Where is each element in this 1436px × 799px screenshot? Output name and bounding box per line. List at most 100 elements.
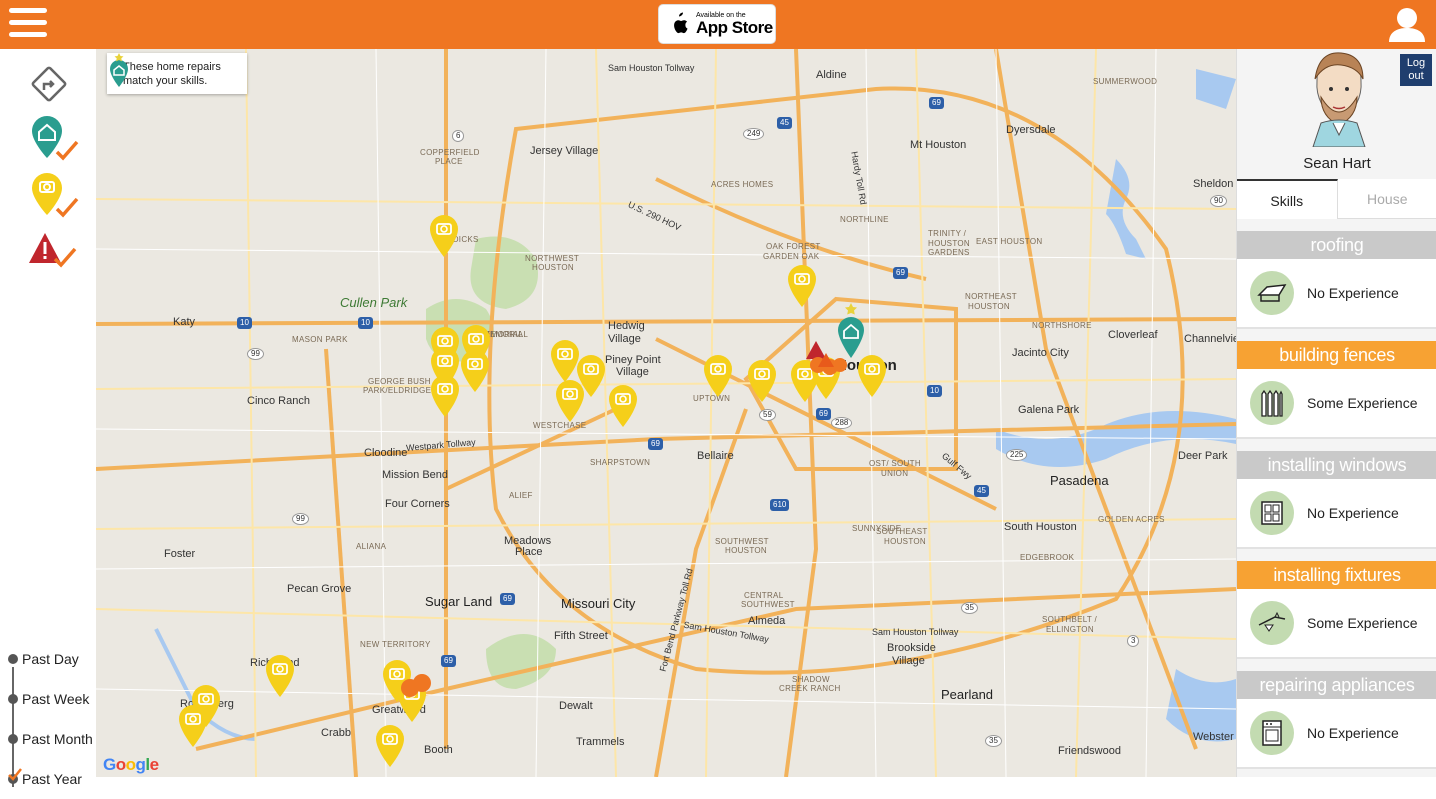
skill-level: Some Experience bbox=[1307, 615, 1418, 631]
skill-card-repairing-appliances[interactable]: repairing appliances No Experience bbox=[1237, 671, 1436, 771]
home-pin-star-icon bbox=[107, 53, 131, 89]
window-icon bbox=[1250, 491, 1294, 535]
skill-title: installing windows bbox=[1237, 451, 1436, 479]
map-label: Hedwig bbox=[608, 320, 645, 332]
map-label: SOUTHBELT / bbox=[1042, 615, 1097, 624]
timeline-past-year[interactable]: Past Year bbox=[8, 769, 82, 789]
timeline-label: Past Day bbox=[22, 651, 79, 667]
app-store-badge[interactable]: Available on the App Store bbox=[658, 4, 776, 44]
map-label: EDGEBROOK bbox=[1020, 553, 1074, 562]
skill-card-installing-windows[interactable]: installing windows No Experience bbox=[1237, 451, 1436, 551]
highway-shield: 69 bbox=[816, 408, 831, 420]
map-view[interactable]: Aldine Dyersdale Mt Houston Jersey Villa… bbox=[96, 49, 1236, 777]
map-label: HOUSTON bbox=[968, 302, 1010, 311]
map-label: SOUTHWEST bbox=[715, 537, 769, 546]
map-label: Sam Houston Tollway bbox=[872, 627, 958, 637]
highway-shield: 69 bbox=[648, 438, 663, 450]
map-label: Sugar Land bbox=[425, 594, 492, 609]
hamburger-menu-icon[interactable] bbox=[9, 8, 47, 40]
map-label: Booth bbox=[424, 744, 453, 756]
timeline-label: Past Month bbox=[22, 731, 93, 747]
skill-title: repairing appliances bbox=[1237, 671, 1436, 699]
skill-card-building-fences[interactable]: building fences Some Experience bbox=[1237, 341, 1436, 441]
appliance-icon bbox=[1250, 711, 1294, 755]
map-label: ACRES HOMES bbox=[711, 180, 773, 189]
username: Sean Hart bbox=[1237, 155, 1436, 172]
map-label: SOUTHEAST bbox=[876, 527, 928, 536]
map-label: Bellaire bbox=[697, 450, 734, 462]
avatar[interactable] bbox=[1303, 51, 1375, 147]
timeline-label: Past Year bbox=[22, 771, 82, 787]
map-label: Pecan Grove bbox=[287, 583, 351, 595]
tab-skills[interactable]: Skills bbox=[1237, 179, 1338, 219]
skill-card-installing-fixtures[interactable]: installing fixtures Some Experience bbox=[1237, 561, 1436, 661]
apple-logo-icon bbox=[669, 12, 689, 36]
map-label: Mt Houston bbox=[910, 139, 966, 151]
directions-icon[interactable] bbox=[29, 64, 69, 109]
home-repair-filter-icon[interactable] bbox=[30, 114, 80, 169]
map-label: Cloodine bbox=[364, 447, 407, 459]
highway-shield: 69 bbox=[441, 655, 456, 667]
map-label: ALIANA bbox=[356, 542, 386, 551]
left-toolbar: Past Day Past Week Past Month Past Year bbox=[0, 49, 96, 777]
logout-button[interactable]: Log out bbox=[1400, 54, 1432, 86]
fixture-icon bbox=[1250, 601, 1294, 645]
map-label: Cloverleaf bbox=[1108, 329, 1158, 341]
timeline-past-week[interactable]: Past Week bbox=[8, 689, 89, 709]
map-label: MASON PARK bbox=[292, 335, 348, 344]
map-label: SHARPSTOWN bbox=[590, 458, 650, 467]
skill-card-roofing[interactable]: roofing No Experience bbox=[1237, 231, 1436, 331]
highway-shield: 10 bbox=[358, 317, 373, 329]
map-label: Sam Houston Tollway bbox=[608, 63, 694, 73]
skill-level: No Experience bbox=[1307, 505, 1399, 521]
highway-shield: 610 bbox=[770, 499, 789, 511]
appstore-big-text: App Store bbox=[696, 19, 773, 36]
map-label: Galena Park bbox=[1018, 404, 1079, 416]
map-label: Jacinto City bbox=[1012, 347, 1069, 359]
timeline-past-month[interactable]: Past Month bbox=[8, 729, 93, 749]
skill-title: installing fixtures bbox=[1237, 561, 1436, 589]
map-label: OST/ SOUTH bbox=[869, 459, 921, 468]
checkmark-icon bbox=[8, 768, 22, 782]
roof-icon bbox=[1250, 271, 1294, 315]
map-label: Place bbox=[515, 546, 543, 558]
map-label: NORTHWEST bbox=[525, 254, 579, 263]
map-label: Almeda bbox=[748, 615, 785, 627]
map-label: TRINITY / bbox=[928, 229, 966, 238]
map-label: Sheldon bbox=[1193, 178, 1233, 190]
map-label: Village bbox=[892, 655, 925, 667]
map-label: PARK/ELDRIDGE bbox=[363, 386, 431, 395]
map-label: Trammels bbox=[576, 736, 624, 748]
map-label: Friendswood bbox=[1058, 745, 1121, 757]
highway-shield: 45 bbox=[974, 485, 989, 497]
map-label: Dewalt bbox=[559, 700, 593, 712]
map-label: PLACE bbox=[435, 157, 463, 166]
map-label: Aldine bbox=[816, 69, 847, 81]
map-label: Crabb bbox=[321, 727, 351, 739]
timeline-past-day[interactable]: Past Day bbox=[8, 649, 79, 669]
map-label: SOUTHWEST bbox=[741, 600, 795, 609]
skill-level: Some Experience bbox=[1307, 395, 1418, 411]
google-logo: Google bbox=[103, 755, 159, 775]
photo-filter-icon[interactable] bbox=[30, 171, 80, 226]
tab-house[interactable]: House bbox=[1338, 179, 1436, 219]
map-label: GOLDEN ACRES bbox=[1098, 515, 1165, 524]
skill-level: No Experience bbox=[1307, 285, 1399, 301]
map-label: HOUSTON bbox=[928, 239, 970, 248]
map-label: OAK FOREST bbox=[766, 242, 821, 251]
map-label: Cinco Ranch bbox=[247, 395, 310, 407]
highway-shield: 69 bbox=[929, 97, 944, 109]
warning-filter-icon[interactable] bbox=[28, 231, 78, 276]
map-label: Katy bbox=[173, 316, 195, 328]
map-label: UNION bbox=[881, 469, 908, 478]
user-profile-icon[interactable] bbox=[1387, 5, 1427, 43]
map-label: Village bbox=[616, 366, 649, 378]
highway-shield: 99 bbox=[292, 513, 309, 525]
map-label: HOUSTON bbox=[725, 546, 767, 555]
map-label: Channelview bbox=[1184, 333, 1236, 345]
map-label: Village bbox=[608, 333, 641, 345]
map-label: CREEK RANCH bbox=[779, 684, 841, 693]
map-label: HOUSTON bbox=[884, 537, 926, 546]
map-label: GARDEN OAK bbox=[763, 252, 819, 261]
map-label: Brookside bbox=[887, 642, 936, 654]
